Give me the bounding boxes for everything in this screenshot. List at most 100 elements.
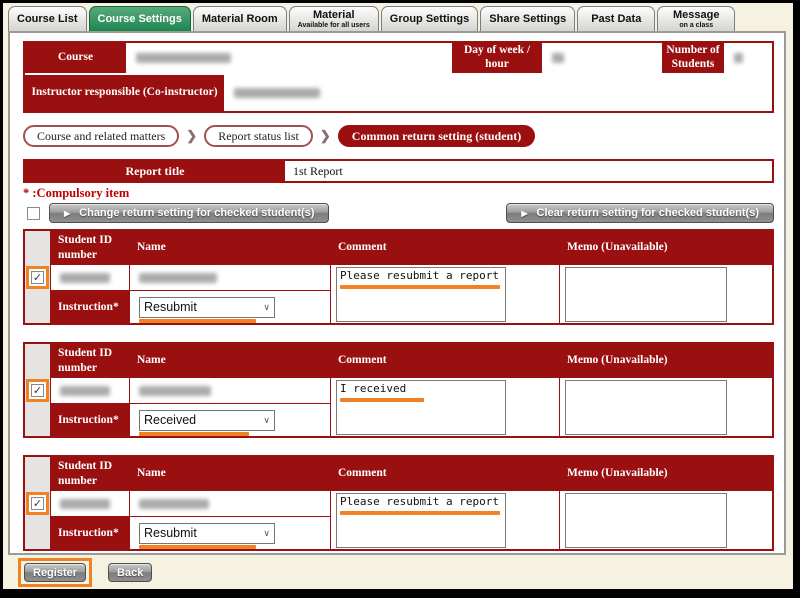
course-info-table: Course Day of week / hour Number of Stud… [23, 41, 774, 113]
instruction-select[interactable]: Received ∨ [139, 410, 275, 431]
student-checkbox[interactable] [31, 271, 44, 284]
annotation-underline [139, 319, 256, 323]
student-block-3: Student ID number Name Comment Memo (Una… [23, 455, 774, 551]
instruction-select[interactable]: Resubmit ∨ [139, 297, 275, 318]
back-button[interactable]: Back [108, 563, 152, 582]
redacted-instructor-value [234, 88, 320, 98]
instruction-label: Instruction* [51, 404, 129, 436]
check-icon [33, 494, 42, 512]
student-id-cell [51, 265, 129, 290]
comment-textarea[interactable]: Please resubmit a report [336, 493, 506, 548]
redacted-student-name [139, 273, 217, 283]
column-header-memo: Memo (Unavailable) [560, 344, 772, 377]
bulk-action-row: ▶ Change return setting for checked stud… [23, 202, 774, 224]
redacted-student-id [60, 386, 110, 396]
column-header-student-id: Student ID number [51, 457, 129, 490]
breadcrumb-common-return-setting: Common return setting (student) [338, 125, 535, 147]
check-icon [33, 268, 42, 286]
tab-course-settings[interactable]: Course Settings [89, 6, 191, 31]
tab-past-data[interactable]: Past Data [577, 6, 655, 31]
redacted-day-value [552, 53, 564, 63]
redacted-student-name [139, 499, 209, 509]
memo-textarea[interactable] [565, 380, 727, 435]
tab-share-settings[interactable]: Share Settings [480, 6, 575, 31]
clear-return-setting-label: Clear return setting for checked student… [537, 207, 760, 219]
checkbox-cell [25, 231, 50, 323]
instruction-selected-value: Resubmit [144, 526, 197, 540]
change-return-setting-label: Change return setting for checked studen… [79, 207, 314, 219]
compulsory-item-note: * :Compulsory item [23, 186, 774, 201]
instruction-cell: Received ∨ [130, 404, 330, 436]
course-label: Course [25, 43, 126, 73]
annotation-underline [340, 285, 500, 289]
memo-cell [560, 265, 772, 323]
memo-textarea[interactable] [565, 267, 727, 322]
chevron-down-icon: ∨ [263, 415, 270, 426]
instruction-selected-value: Received [144, 413, 196, 427]
tab-material-all-users[interactable]: MaterialAvailable for all users [289, 6, 379, 31]
annotation-highlight-box [26, 492, 49, 515]
select-all-checkbox[interactable] [27, 207, 40, 220]
play-arrow-icon: ▶ [64, 209, 70, 218]
memo-cell [560, 378, 772, 436]
number-of-students-value [726, 43, 772, 73]
tab-course-list[interactable]: Course List [8, 6, 87, 31]
instructor-value [226, 75, 772, 111]
register-button[interactable]: Register [24, 563, 86, 582]
breadcrumb-separator-icon: ❯ [186, 128, 197, 144]
column-header-memo: Memo (Unavailable) [560, 231, 772, 264]
breadcrumb-report-status-list[interactable]: Report status list [204, 125, 313, 147]
student-name-cell [130, 491, 330, 516]
student-name-cell [130, 265, 330, 290]
clear-return-setting-button[interactable]: ▶ Clear return setting for checked stude… [506, 203, 774, 223]
student-name-cell [130, 378, 330, 403]
number-of-students-label: Number of Students [662, 43, 724, 73]
column-header-name: Name [130, 344, 330, 377]
breadcrumb: Course and related matters ❯ Report stat… [23, 125, 774, 147]
main-panel: Course Day of week / hour Number of Stud… [8, 31, 786, 555]
column-header-memo: Memo (Unavailable) [560, 457, 772, 490]
page: Course List Course Settings Material Roo… [3, 3, 793, 589]
report-title-row: Report title 1st Report [23, 159, 774, 183]
tab-group-settings[interactable]: Group Settings [381, 6, 478, 31]
memo-cell [560, 491, 772, 549]
chevron-down-icon: ∨ [263, 302, 270, 313]
column-header-comment: Comment [331, 231, 559, 264]
column-header-name: Name [130, 457, 330, 490]
instruction-cell: Resubmit ∨ [130, 291, 330, 323]
memo-textarea[interactable] [565, 493, 727, 548]
comment-cell: I received [331, 378, 559, 436]
student-block-2: Student ID number Name Comment Memo (Una… [23, 342, 774, 438]
tab-bar: Course List Course Settings Material Roo… [3, 3, 793, 31]
student-checkbox[interactable] [31, 384, 44, 397]
redacted-students-value [734, 53, 743, 63]
course-info-row-1: Course Day of week / hour Number of Stud… [25, 43, 772, 73]
redacted-course-value [136, 53, 231, 63]
instruction-select[interactable]: Resubmit ∨ [139, 523, 275, 544]
instruction-label: Instruction* [51, 517, 129, 549]
breadcrumb-separator-icon: ❯ [320, 128, 331, 144]
comment-textarea[interactable]: Please resubmit a report [336, 267, 506, 322]
change-return-setting-button[interactable]: ▶ Change return setting for checked stud… [49, 203, 329, 223]
tab-message[interactable]: Messageon a class [657, 6, 735, 31]
redacted-student-id [60, 499, 110, 509]
checkbox-cell [25, 457, 50, 549]
report-title-label: Report title [25, 161, 285, 181]
footer-actions: Register Back [18, 558, 793, 587]
student-id-cell [51, 491, 129, 516]
student-block-1: Student ID number Name Comment Memo (Una… [23, 229, 774, 325]
day-of-week-label: Day of week / hour [452, 43, 542, 73]
comment-textarea[interactable]: I received [336, 380, 506, 435]
annotation-underline [139, 432, 249, 436]
breadcrumb-course-and-related-matters[interactable]: Course and related matters [23, 125, 179, 147]
tab-material-room[interactable]: Material Room [193, 6, 287, 31]
chevron-down-icon: ∨ [263, 528, 270, 539]
day-of-week-value [544, 43, 660, 73]
annotation-underline [139, 545, 256, 549]
column-header-student-id: Student ID number [51, 231, 129, 264]
annotation-highlight-box [26, 266, 49, 289]
course-info-row-2: Instructor responsible (Co-instructor) [25, 75, 772, 111]
report-title-value: 1st Report [285, 161, 772, 181]
student-checkbox[interactable] [31, 497, 44, 510]
comment-cell: Please resubmit a report [331, 265, 559, 323]
